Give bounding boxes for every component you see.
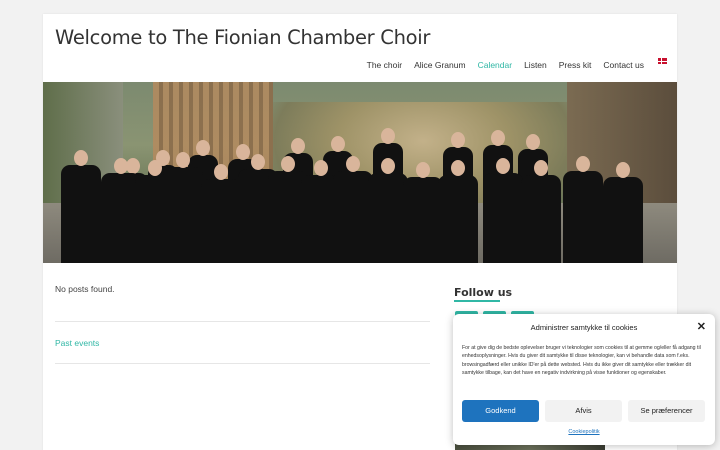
choir-singer bbox=[603, 162, 643, 263]
choir-singer bbox=[163, 152, 203, 263]
singer-head bbox=[114, 158, 128, 174]
choir-singer bbox=[403, 162, 443, 263]
nav-item-listen[interactable]: Listen bbox=[524, 60, 547, 70]
singer-head bbox=[451, 132, 465, 148]
singer-head bbox=[176, 152, 190, 168]
choir-singer bbox=[61, 150, 101, 263]
singer-head bbox=[381, 128, 395, 144]
choir-singer bbox=[563, 156, 603, 263]
choir-singer bbox=[368, 158, 408, 263]
cookie-dialog-body: For at give dig de bedste oplevelser bru… bbox=[462, 345, 701, 376]
singer-head bbox=[251, 154, 265, 170]
choir-singer bbox=[438, 160, 478, 263]
cookie-consent-dialog: Administrer samtykke til cookies ✕ For a… bbox=[453, 314, 715, 445]
divider bbox=[55, 363, 430, 364]
choir-singer bbox=[521, 160, 561, 263]
choir-singer bbox=[333, 156, 373, 263]
close-icon[interactable]: ✕ bbox=[697, 320, 706, 333]
main-nav: The choir Alice Granum Calendar Listen P… bbox=[367, 58, 667, 70]
singer-head bbox=[236, 144, 250, 160]
no-posts-message: No posts found. bbox=[55, 284, 115, 294]
singer-head bbox=[126, 158, 140, 174]
danish-flag-icon[interactable] bbox=[658, 58, 667, 64]
choir-singer bbox=[201, 164, 241, 263]
cookie-dialog-title: Administrer samtykke til cookies bbox=[530, 323, 638, 332]
singer-head bbox=[534, 160, 548, 176]
nav-item-calendar[interactable]: Calendar bbox=[478, 60, 513, 70]
choir-singer bbox=[483, 158, 523, 263]
preferences-button[interactable]: Se præferencer bbox=[628, 400, 705, 422]
singer-head bbox=[526, 134, 540, 150]
singer-head bbox=[616, 162, 630, 178]
singer-head bbox=[148, 160, 162, 176]
singer-head bbox=[291, 138, 305, 154]
follow-us-heading: Follow us bbox=[454, 286, 513, 299]
singer-head bbox=[281, 156, 295, 172]
singer-head bbox=[496, 158, 510, 174]
heading-underline bbox=[454, 300, 500, 302]
singer-head bbox=[331, 136, 345, 152]
singer-head bbox=[576, 156, 590, 172]
deny-button[interactable]: Afvis bbox=[545, 400, 622, 422]
singer-head bbox=[451, 160, 465, 176]
nav-item-press-kit[interactable]: Press kit bbox=[559, 60, 592, 70]
accept-button[interactable]: Godkend bbox=[462, 400, 539, 422]
nav-item-alice-granum[interactable]: Alice Granum bbox=[414, 60, 466, 70]
nav-item-the-choir[interactable]: The choir bbox=[367, 60, 402, 70]
hero-choir-photo bbox=[43, 82, 677, 263]
singer-head bbox=[416, 162, 430, 178]
singer-head bbox=[196, 140, 210, 156]
past-events-link[interactable]: Past events bbox=[55, 338, 99, 348]
site-title[interactable]: Welcome to The Fionian Chamber Choir bbox=[55, 26, 430, 49]
nav-item-contact-us[interactable]: Contact us bbox=[603, 60, 644, 70]
singer-head bbox=[74, 150, 88, 166]
singer-head bbox=[491, 130, 505, 146]
singer-head bbox=[381, 158, 395, 174]
divider bbox=[55, 321, 430, 322]
singer-head bbox=[214, 164, 228, 180]
singer-head bbox=[314, 160, 328, 176]
cookie-policy-link[interactable]: Cookiepolitik bbox=[453, 429, 715, 435]
singer-head bbox=[346, 156, 360, 172]
